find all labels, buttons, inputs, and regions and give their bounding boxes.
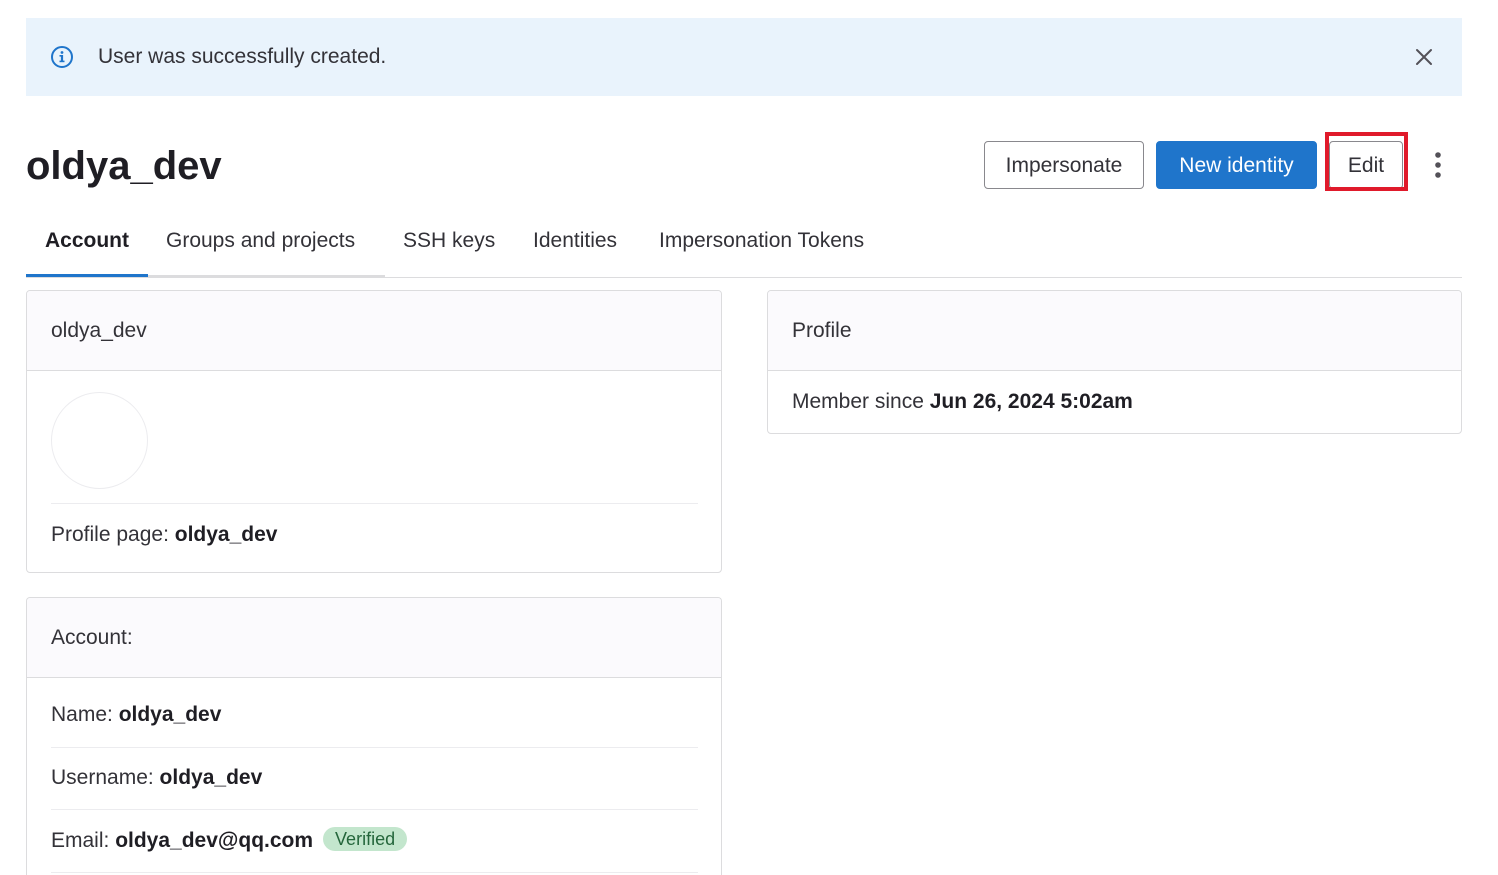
name-row: Name: oldya_dev	[51, 702, 221, 728]
profile-page-row: Profile page: oldya_dev	[51, 522, 277, 548]
user-card: oldya_dev Profile page: oldya_dev	[26, 290, 722, 573]
profile-page-link[interactable]: oldya_dev	[175, 523, 278, 546]
avatar	[51, 392, 148, 489]
profile-card: Profile Member since Jun 26, 2024 5:02am	[767, 290, 1462, 434]
divider	[51, 872, 698, 873]
tab-identities[interactable]: Identities	[533, 218, 617, 278]
page-title: oldya_dev	[26, 144, 222, 188]
divider	[51, 747, 698, 748]
verified-badge: Verified	[323, 827, 408, 851]
tab-bar: Account Groups and projects SSH keys Ide…	[26, 218, 1462, 278]
username-value: oldya_dev	[159, 766, 263, 789]
member-since-label: Member since	[792, 390, 930, 413]
divider	[51, 809, 698, 810]
kebab-menu-icon[interactable]	[1422, 145, 1454, 185]
tab-hover-indicator	[148, 275, 385, 277]
account-card: Account: Name: oldya_dev Username: oldya…	[26, 597, 722, 875]
profile-card-header: Profile	[768, 291, 1461, 371]
username-row: Username: oldya_dev	[51, 765, 262, 791]
tab-ssh-keys[interactable]: SSH keys	[403, 218, 495, 278]
profile-page-label: Profile page:	[51, 523, 175, 546]
new-identity-button[interactable]: New identity	[1156, 141, 1317, 189]
user-card-header: oldya_dev	[27, 291, 721, 371]
email-label: Email:	[51, 829, 116, 852]
active-tab-indicator	[26, 274, 148, 277]
email-value: oldya_dev@qq.com	[115, 829, 314, 852]
impersonate-button[interactable]: Impersonate	[984, 141, 1144, 189]
close-icon[interactable]	[1410, 43, 1438, 71]
edit-button[interactable]: Edit	[1329, 141, 1403, 189]
tab-impersonation-tokens[interactable]: Impersonation Tokens	[659, 218, 864, 278]
email-row: Email: oldya_dev@qq.com Verified	[51, 827, 408, 854]
member-since-value: Jun 26, 2024 5:02am	[929, 390, 1133, 413]
success-alert: User was successfully created.	[26, 18, 1462, 96]
name-value: oldya_dev	[118, 703, 222, 726]
tab-account[interactable]: Account	[45, 218, 129, 278]
username-label: Username:	[51, 766, 160, 789]
member-since-row: Member since Jun 26, 2024 5:02am	[792, 389, 1133, 415]
account-card-header: Account:	[27, 598, 721, 678]
divider	[51, 503, 698, 504]
name-label: Name:	[51, 703, 119, 726]
tab-groups-and-projects[interactable]: Groups and projects	[166, 218, 355, 278]
info-icon	[50, 45, 74, 69]
alert-message: User was successfully created.	[98, 45, 387, 68]
